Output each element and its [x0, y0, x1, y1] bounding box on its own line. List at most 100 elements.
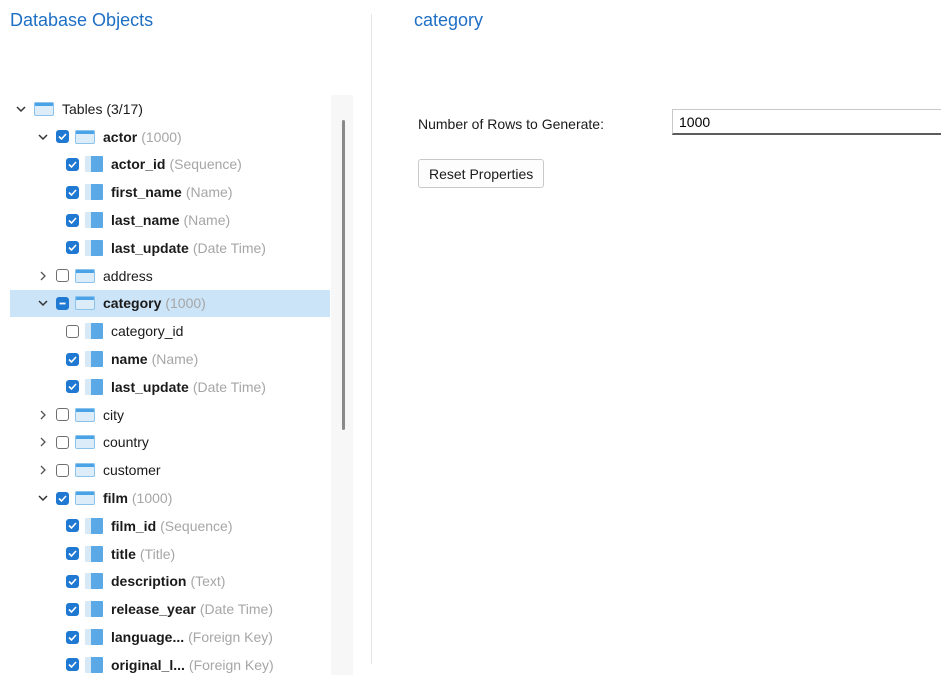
tree-checkbox[interactable]	[66, 602, 79, 616]
tree-checkbox[interactable]	[66, 630, 79, 644]
tree-checkbox[interactable]	[56, 491, 69, 505]
table-icon	[75, 296, 95, 311]
column-icon	[85, 351, 103, 368]
tree-item-label: release_year	[111, 601, 196, 618]
tree-item-hint: (1000)	[131, 490, 173, 507]
tree-item-hint: (Date Time)	[192, 378, 266, 395]
tree-table-row[interactable]: customer	[10, 456, 330, 484]
tree-column-row[interactable]: description (Text)	[10, 568, 330, 596]
tree-item-hint: (Text)	[190, 573, 226, 590]
tree-item-hint: (Date Time)	[192, 239, 266, 256]
tree-item-label: last_update	[111, 239, 189, 256]
tree-checkbox[interactable]	[56, 435, 69, 449]
tree-item-label: film_id	[111, 517, 157, 534]
chevron-down-icon[interactable]	[36, 130, 50, 144]
tree-item-hint: (Name)	[151, 351, 199, 368]
table-icon	[75, 491, 95, 506]
tree-column-row[interactable]: film_id (Sequence)	[10, 512, 330, 540]
tree-item-label: title	[111, 545, 136, 562]
tree-item-hint: (Date Time)	[199, 601, 273, 618]
tree-column-row[interactable]: last_update (Date Time)	[10, 373, 330, 401]
tree-item-label: film	[103, 490, 128, 507]
tree-column-row[interactable]: release_year (Date Time)	[10, 595, 330, 623]
tree-checkbox[interactable]	[66, 213, 79, 227]
tree-item-label: actor	[103, 128, 138, 145]
tree-checkbox[interactable]	[66, 519, 79, 533]
tree-table-row[interactable]: Tables (3/17)	[10, 95, 330, 123]
rows-to-generate-input[interactable]	[672, 109, 941, 135]
chevron-right-icon[interactable]	[36, 435, 50, 449]
column-icon	[85, 239, 103, 256]
tree-checkbox[interactable]	[66, 352, 79, 366]
tree-table-row[interactable]: address	[10, 262, 330, 290]
tree-item-label: first_name	[111, 184, 182, 201]
tree-column-row[interactable]: last_name (Name)	[10, 206, 330, 234]
tree-checkbox[interactable]	[66, 157, 79, 171]
tree-item-hint: (Sequence)	[169, 156, 242, 173]
tree-item-label: last_update	[111, 378, 189, 395]
rows-to-generate-label: Number of Rows to Generate:	[418, 116, 604, 132]
tree-item-hint: (Sequence)	[160, 517, 233, 534]
tree-checkbox[interactable]	[66, 185, 79, 199]
tree-checkbox[interactable]	[56, 269, 69, 283]
tree-item-label: Tables (3/17)	[62, 100, 143, 117]
tree-item-label: address	[103, 267, 153, 284]
column-icon	[85, 323, 103, 340]
tree-table-row[interactable]: country	[10, 429, 330, 457]
selected-object-title: category	[414, 10, 484, 30]
table-icon	[75, 463, 95, 478]
reset-properties-button[interactable]: Reset Properties	[418, 159, 545, 188]
tree-item-hint: (Foreign Key)	[188, 656, 274, 673]
tree-checkbox[interactable]	[56, 463, 69, 477]
chevron-right-icon[interactable]	[36, 269, 50, 283]
column-icon	[85, 601, 103, 618]
tree-item-label: language...	[111, 629, 185, 646]
table-icon	[75, 435, 95, 450]
tree-checkbox[interactable]	[56, 130, 69, 144]
tree-item-hint: (Foreign Key)	[188, 629, 273, 646]
tree-column-row[interactable]: first_name (Name)	[10, 178, 330, 206]
tree-checkbox[interactable]	[56, 408, 69, 422]
tree-item-label: last_name	[111, 212, 180, 229]
tree-checkbox[interactable]	[56, 296, 69, 310]
column-icon	[85, 517, 103, 534]
tree-item-hint: (1000)	[165, 295, 206, 312]
tree-column-row[interactable]: category_id	[10, 317, 330, 345]
tree-checkbox[interactable]	[66, 574, 79, 588]
tree-checkbox[interactable]	[66, 658, 79, 672]
object-tree[interactable]: Tables (3/17) actor (1000) actor_id (Sequenc…	[10, 95, 330, 679]
tree-table-row[interactable]: city	[10, 401, 330, 429]
tree-item-label: category	[103, 295, 162, 312]
tree-item-label: city	[103, 406, 124, 423]
column-icon	[85, 156, 103, 173]
table-icon	[34, 101, 54, 116]
chevron-down-icon[interactable]	[36, 296, 50, 310]
chevron-right-icon[interactable]	[36, 463, 50, 477]
tree-table-row[interactable]: actor (1000)	[10, 123, 330, 151]
tree-column-row[interactable]: actor_id (Sequence)	[10, 151, 330, 179]
tree-table-row[interactable]: category (1000)	[10, 289, 330, 318]
tree-checkbox[interactable]	[66, 241, 79, 255]
tree-scrollbar-thumb[interactable]	[342, 120, 345, 430]
panel-divider[interactable]	[371, 14, 372, 664]
table-icon	[75, 268, 95, 283]
tree-checkbox[interactable]	[66, 380, 79, 394]
tree-column-row[interactable]: original_l... (Foreign Key)	[10, 651, 330, 679]
tree-column-row[interactable]: last_update (Date Time)	[10, 234, 330, 262]
chevron-down-icon[interactable]	[14, 102, 28, 116]
table-icon	[75, 129, 95, 144]
tree-checkbox[interactable]	[66, 547, 79, 561]
chevron-down-icon[interactable]	[36, 491, 50, 505]
tree-column-row[interactable]: title (Title)	[10, 540, 330, 568]
tree-item-label: actor_id	[111, 156, 166, 173]
tree-item-hint: (Title)	[139, 545, 176, 562]
database-objects-title: Database Objects	[10, 10, 154, 30]
tree-item-label: country	[103, 434, 149, 451]
tree-item-label: customer	[103, 462, 161, 479]
chevron-right-icon[interactable]	[36, 408, 50, 422]
tree-table-row[interactable]: film (1000)	[10, 484, 330, 512]
tree-column-row[interactable]: language... (Foreign Key)	[10, 623, 330, 651]
tree-checkbox[interactable]	[66, 324, 79, 338]
tree-column-row[interactable]: name (Name)	[10, 345, 330, 373]
column-icon	[85, 212, 103, 229]
